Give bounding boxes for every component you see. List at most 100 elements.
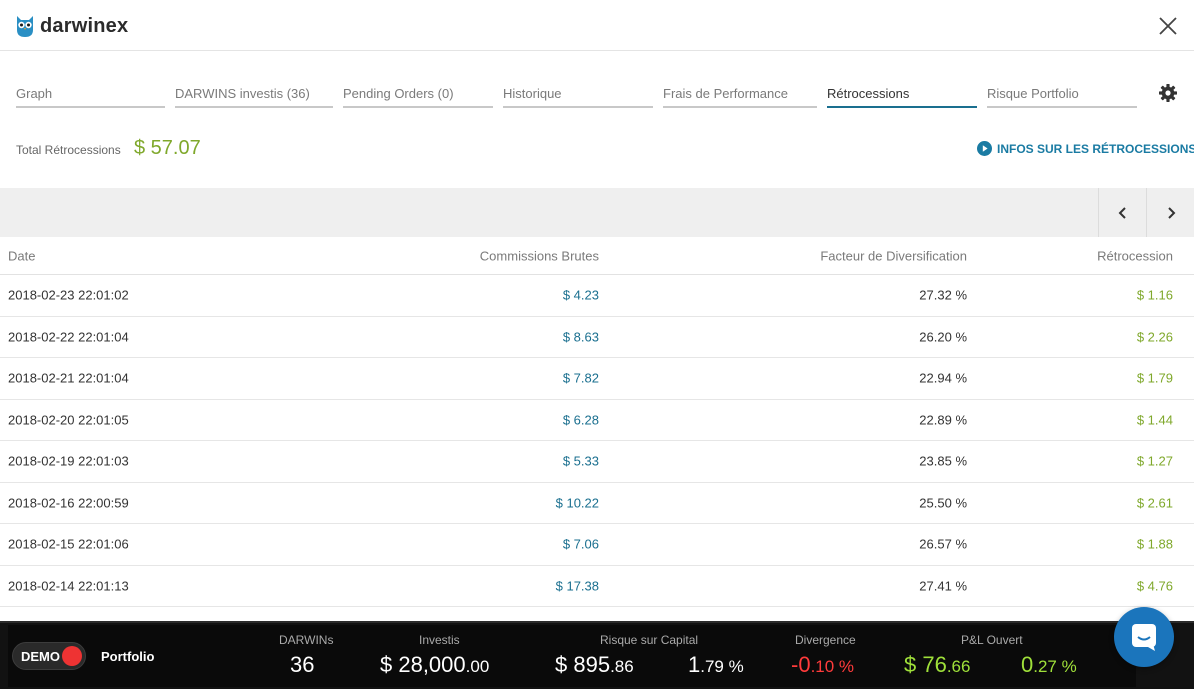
portfolio-label[interactable]: Portfolio xyxy=(101,649,154,664)
investis-decimals: .00 xyxy=(465,657,490,676)
demo-toggle[interactable]: DEMO xyxy=(12,642,86,670)
next-page-button[interactable] xyxy=(1146,188,1194,237)
header-date[interactable]: Date xyxy=(8,248,35,263)
chat-button[interactable] xyxy=(1114,607,1174,667)
table-header: Date Commissions Brutes Facteur de Diver… xyxy=(0,237,1194,275)
infos-retrocessions-link[interactable]: INFOS SUR LES RÉTROCESSIONS xyxy=(977,141,1194,156)
darwins-value: 36 xyxy=(290,652,315,677)
risque-pct: 1.79 % xyxy=(688,652,744,678)
tab-pending-orders[interactable]: Pending Orders (0) xyxy=(343,86,493,108)
chat-icon xyxy=(1132,624,1156,651)
row-commissions: $ 7.06 xyxy=(562,536,599,552)
risque-label: Risque sur Capital xyxy=(600,633,699,647)
row-commissions: $ 10.22 xyxy=(555,495,599,511)
risque-pct-main: 1 xyxy=(688,652,701,677)
row-date: 2018-02-16 22:00:59 xyxy=(8,495,129,511)
pl-value: $ 76.66 xyxy=(904,652,970,678)
row-date: 2018-02-14 22:01:13 xyxy=(8,578,129,594)
row-commissions: $ 4.23 xyxy=(562,287,599,303)
portfolio-footer: DEMO Portfolio DARWINs 36 Investis $ 28,… xyxy=(0,621,1194,689)
total-retrocessions-value: $ 57.07 xyxy=(134,137,201,159)
play-circle-icon xyxy=(977,141,992,156)
pl-label: P&L Ouvert xyxy=(961,633,1023,647)
tab-historique[interactable]: Historique xyxy=(503,86,653,108)
row-factor: 27.41 % xyxy=(919,578,967,594)
row-retrocession: $ 1.27 xyxy=(1136,453,1173,469)
table-row: 2018-02-20 22:01:05 $ 6.28 22.89 % $ 1.4… xyxy=(0,400,1194,441)
retrocessions-table: Date Commissions Brutes Facteur de Diver… xyxy=(0,237,1194,607)
row-factor: 26.20 % xyxy=(919,329,967,345)
row-commissions: $ 8.63 xyxy=(562,329,599,345)
risque-decimals: .86 xyxy=(610,657,634,676)
tab-retrocessions[interactable]: Rétrocessions xyxy=(827,86,977,108)
header-retrocession[interactable]: Rétrocession xyxy=(1097,248,1173,263)
tab-darwins-investis[interactable]: DARWINS investis (36) xyxy=(175,86,333,108)
chevron-right-icon xyxy=(1167,206,1175,219)
infos-link-label: INFOS SUR LES RÉTROCESSIONS xyxy=(997,141,1194,156)
tab-graph[interactable]: Graph xyxy=(16,86,165,108)
risque-main: $ 895 xyxy=(555,652,611,677)
risque-value: $ 895.86 xyxy=(555,652,634,678)
pl-pct-decimals: .27 % xyxy=(1033,657,1077,676)
divergence-label: Divergence xyxy=(795,633,856,647)
row-retrocession: $ 1.79 xyxy=(1136,370,1173,386)
table-row: 2018-02-16 22:00:59 $ 10.22 25.50 % $ 2.… xyxy=(0,483,1194,524)
demo-label: DEMO xyxy=(21,648,60,664)
investis-label: Investis xyxy=(419,633,460,647)
row-date: 2018-02-23 22:01:02 xyxy=(8,287,129,303)
pl-pct-main: 0 xyxy=(1021,652,1034,677)
tab-bar: Graph DARWINS investis (36) Pending Orde… xyxy=(0,86,1194,110)
divergence-main: -0 xyxy=(791,652,811,677)
table-row: 2018-02-15 22:01:06 $ 7.06 26.57 % $ 1.8… xyxy=(0,524,1194,566)
footer-inner: DEMO Portfolio DARWINs 36 Investis $ 28,… xyxy=(8,625,1136,687)
row-retrocession: $ 4.76 xyxy=(1136,578,1173,594)
pagination-bar xyxy=(0,188,1194,237)
row-factor: 27.32 % xyxy=(919,287,967,303)
prev-page-button[interactable] xyxy=(1098,188,1146,237)
row-retrocession: $ 1.88 xyxy=(1136,536,1173,552)
row-commissions: $ 6.28 xyxy=(562,412,599,428)
investis-value: $ 28,000.00 xyxy=(380,652,489,678)
row-date: 2018-02-20 22:01:05 xyxy=(8,412,129,428)
row-factor: 23.85 % xyxy=(919,453,967,469)
row-factor: 22.89 % xyxy=(919,412,967,428)
owl-logo-icon xyxy=(17,16,33,37)
row-date: 2018-02-21 22:01:04 xyxy=(8,370,129,386)
header-commissions[interactable]: Commissions Brutes xyxy=(480,248,599,263)
investis-main: $ 28,000 xyxy=(380,652,466,677)
header: darwinex xyxy=(0,0,1194,51)
toggle-knob xyxy=(62,646,82,666)
row-commissions: $ 17.38 xyxy=(555,578,599,594)
table-row: 2018-02-19 22:01:03 $ 5.33 23.85 % $ 1.2… xyxy=(0,441,1194,483)
pl-pct: 0.27 % xyxy=(1021,652,1077,678)
total-retrocessions-label: Total Rétrocessions xyxy=(16,143,121,157)
row-date: 2018-02-22 22:01:04 xyxy=(8,329,129,345)
table-row: 2018-02-23 22:01:02 $ 4.23 27.32 % $ 1.1… xyxy=(0,275,1194,317)
row-commissions: $ 5.33 xyxy=(562,453,599,469)
table-row: 2018-02-22 22:01:04 $ 8.63 26.20 % $ 2.2… xyxy=(0,317,1194,358)
row-date: 2018-02-19 22:01:03 xyxy=(8,453,129,469)
row-retrocession: $ 2.26 xyxy=(1136,329,1173,345)
row-retrocession: $ 2.61 xyxy=(1136,495,1173,511)
tab-frais-performance[interactable]: Frais de Performance xyxy=(663,86,817,108)
chevron-left-icon xyxy=(1118,206,1126,219)
pl-main: $ 76 xyxy=(904,652,947,677)
brand-name: darwinex xyxy=(40,14,129,37)
row-retrocession: $ 1.16 xyxy=(1136,287,1173,303)
gear-icon[interactable] xyxy=(1158,83,1178,103)
header-factor[interactable]: Facteur de Diversification xyxy=(820,248,967,263)
tab-risque-portfolio[interactable]: Risque Portfolio xyxy=(987,86,1137,108)
row-factor: 22.94 % xyxy=(919,370,967,386)
divergence-decimals: .10 % xyxy=(810,657,855,676)
table-row: 2018-02-14 22:01:13 $ 17.38 27.41 % $ 4.… xyxy=(0,566,1194,607)
pl-decimals: .66 xyxy=(946,657,971,676)
row-commissions: $ 7.82 xyxy=(562,370,599,386)
table-row: 2018-02-21 22:01:04 $ 7.82 22.94 % $ 1.7… xyxy=(0,358,1194,400)
logo[interactable]: darwinex xyxy=(14,14,128,38)
row-factor: 25.50 % xyxy=(919,495,967,511)
close-icon[interactable] xyxy=(1156,14,1180,38)
row-date: 2018-02-15 22:01:06 xyxy=(8,536,129,552)
row-factor: 26.57 % xyxy=(919,536,967,552)
risque-pct-decimals: .79 % xyxy=(700,657,744,676)
divergence-value: -0.10 % xyxy=(791,652,854,678)
